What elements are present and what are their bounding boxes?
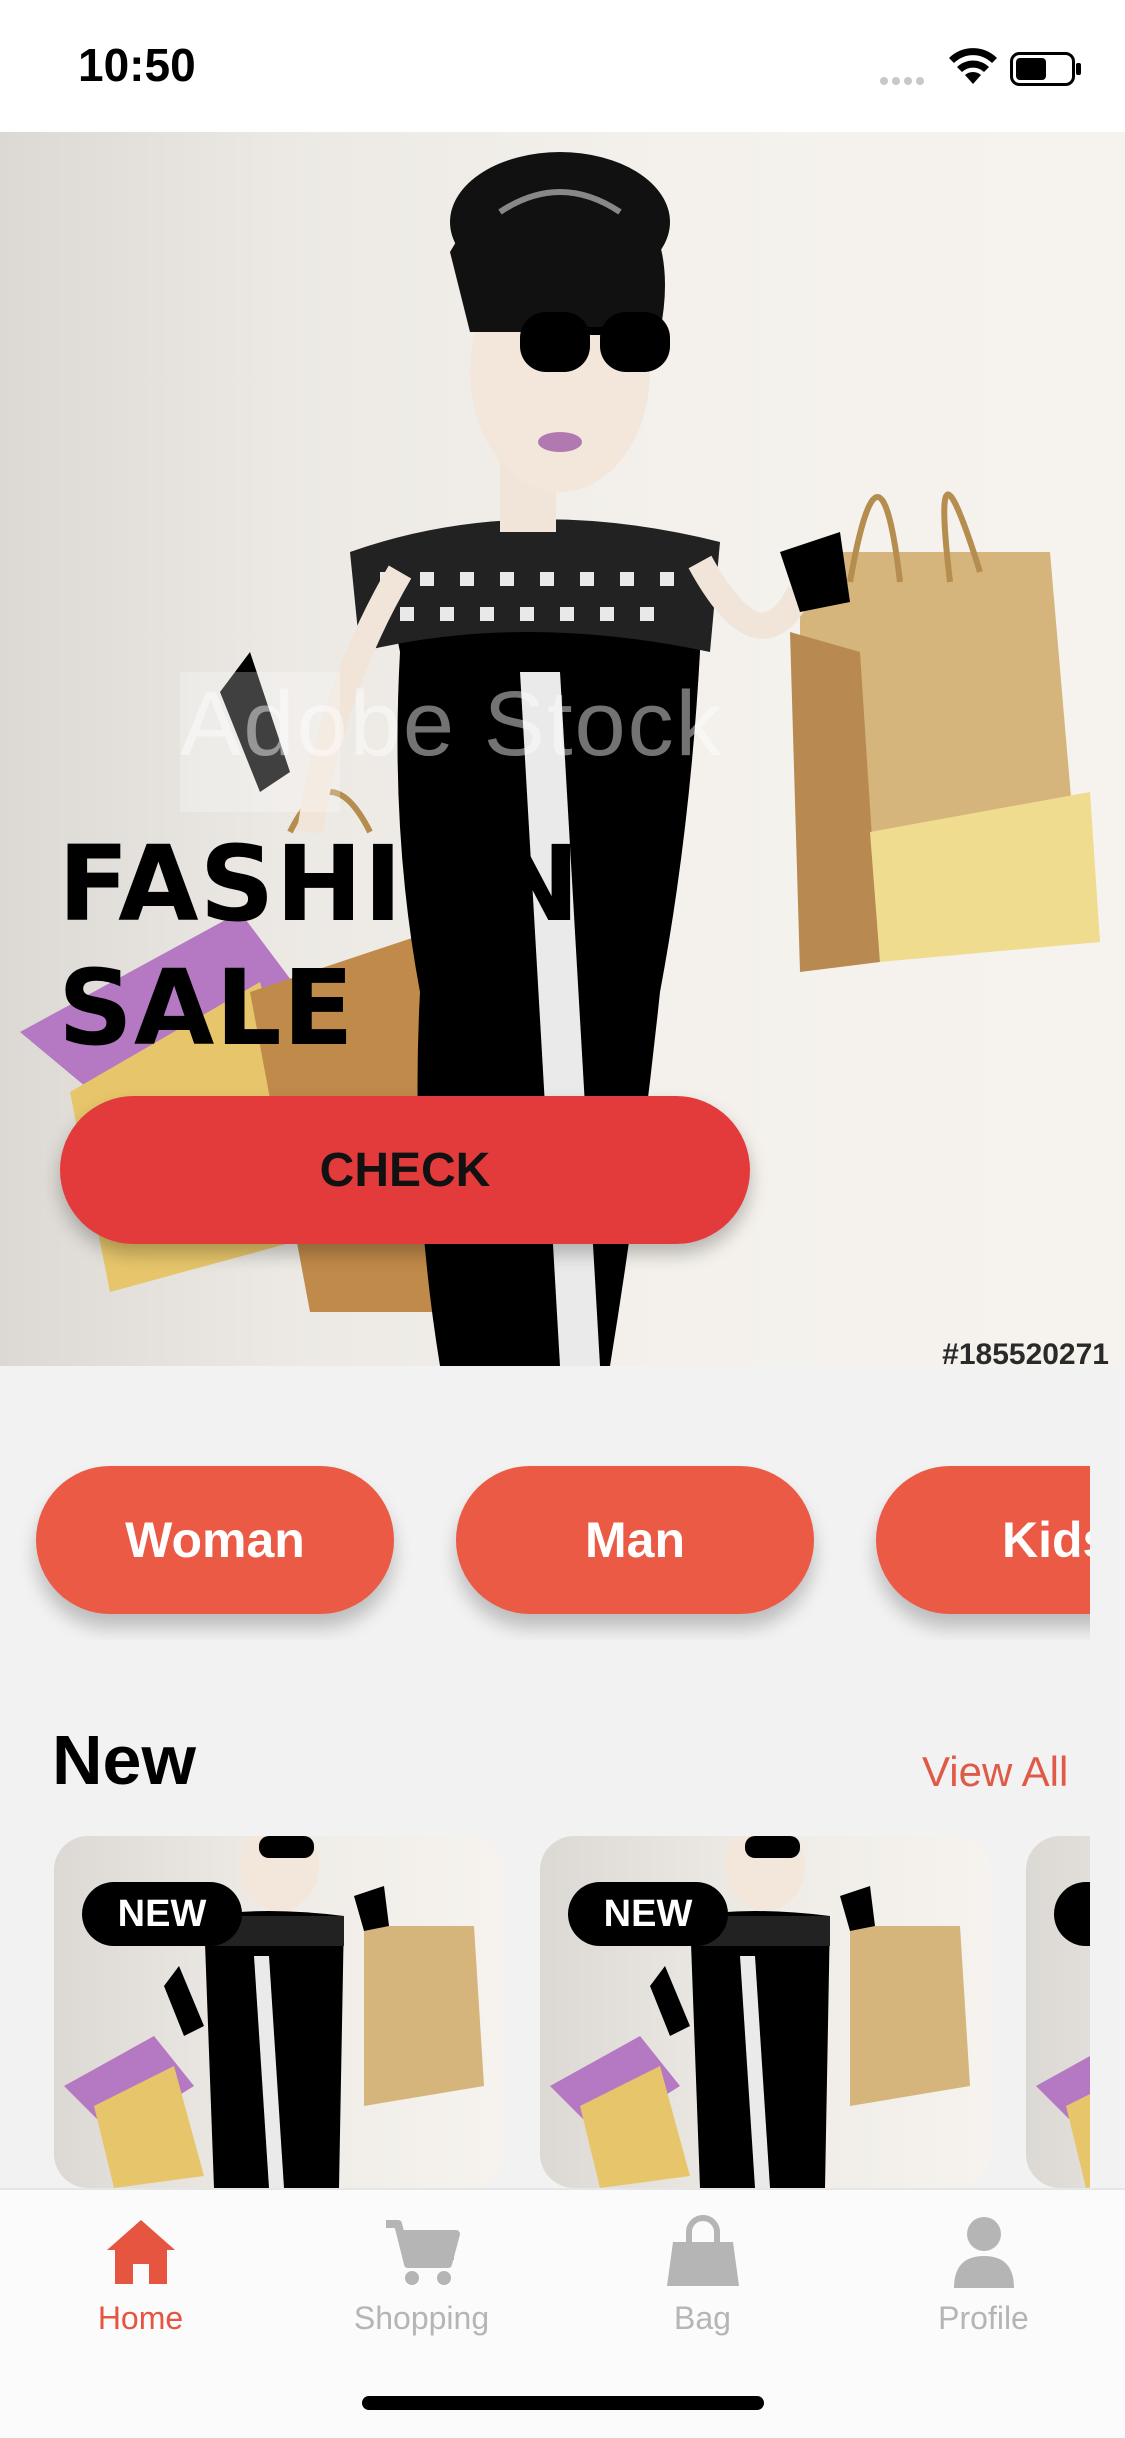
wifi-icon: [949, 48, 997, 84]
stock-id: #185520271: [942, 1338, 1109, 1366]
profile-icon: [953, 2217, 1014, 2288]
home-indicator[interactable]: [362, 2396, 764, 2410]
check-button[interactable]: CHECK: [60, 1096, 750, 1244]
tab-shopping[interactable]: Shopping: [281, 2212, 562, 2352]
home-icon: [106, 2220, 175, 2284]
tab-shopping-label: Shopping: [353, 2300, 490, 2336]
bag-icon: [666, 2215, 739, 2286]
tab-profile[interactable]: Profile: [843, 2212, 1124, 2352]
tab-bag-label: Bag: [674, 2300, 731, 2336]
category-man-button[interactable]: Man: [456, 1466, 814, 1614]
product-card[interactable]: NEW: [1026, 1836, 1090, 2188]
status-bar: 10:50: [0, 0, 1125, 132]
hero-title-line2: SALE: [58, 947, 355, 1069]
section-title-new: New: [52, 1721, 196, 1799]
hero-banner: Adobe Stock #185520271 FASHION SALE CHEC…: [0, 132, 1125, 1366]
new-badge: NEW: [82, 1882, 242, 1946]
battery-icon: [1010, 52, 1081, 86]
product-card[interactable]: NEW: [54, 1836, 504, 2188]
tab-home[interactable]: Home: [0, 2212, 281, 2352]
stock-watermark: Adobe Stock: [180, 673, 724, 775]
hero-title: FASHION SALE: [58, 822, 581, 1070]
tab-bag[interactable]: Bag: [562, 2212, 843, 2352]
cellular-signal-icon: [880, 72, 928, 90]
hero-title-line1: FASHION: [58, 823, 581, 945]
cart-icon: [385, 2220, 460, 2285]
new-badge: NEW: [568, 1882, 728, 1946]
category-list: Woman Man Kids: [0, 1440, 1090, 1640]
category-woman-button[interactable]: Woman: [36, 1466, 394, 1614]
status-time: 10:50: [78, 39, 196, 91]
product-card[interactable]: NEW: [540, 1836, 990, 2188]
category-kids-button[interactable]: Kids: [876, 1466, 1090, 1614]
tab-home-label: Home: [97, 2300, 184, 2336]
view-all-link[interactable]: View All: [922, 1748, 1068, 1796]
tab-profile-label: Profile: [938, 2300, 1029, 2336]
new-products-list: NEW NEW NEW: [0, 1836, 1090, 2188]
